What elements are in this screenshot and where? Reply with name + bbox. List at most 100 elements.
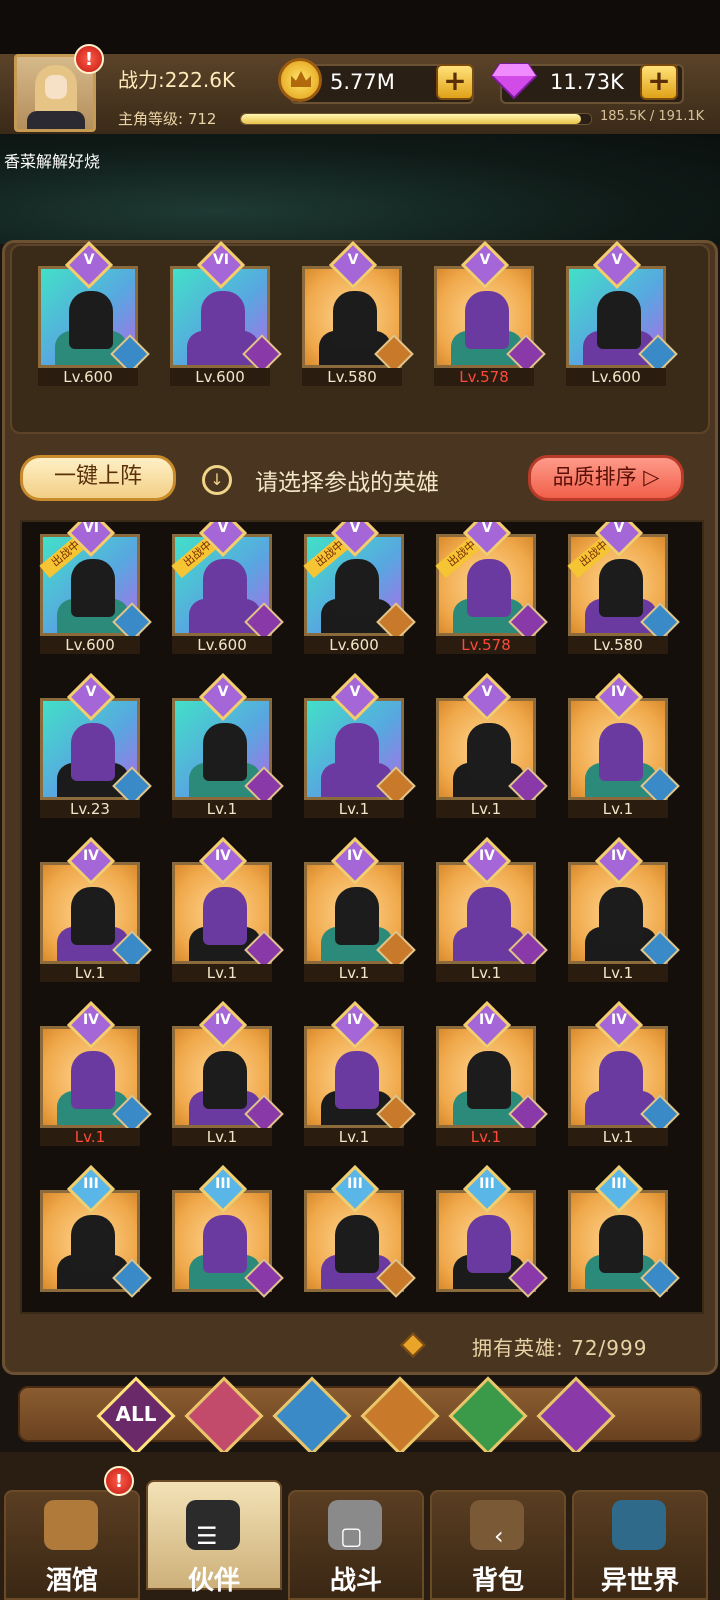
hero-level: Lv.1 xyxy=(568,800,668,818)
hero-card[interactable]: III xyxy=(170,1164,284,1306)
rank-label: IV xyxy=(82,1012,100,1028)
hero-figure xyxy=(71,887,115,945)
rank-label: IV xyxy=(610,848,628,864)
hero-level: Lv.600 xyxy=(304,636,404,654)
hero-card[interactable]: IV Lv.1 xyxy=(38,1000,152,1146)
lineup-hero-card[interactable]: VI Lv.600 xyxy=(168,240,282,386)
add-gold-button[interactable]: + xyxy=(436,64,474,100)
hero-level: Lv.1 xyxy=(436,1128,536,1146)
hero-level: Lv.23 xyxy=(40,800,140,818)
hero-figure xyxy=(467,723,511,781)
hero-figure xyxy=(467,559,511,617)
hero-card[interactable]: IV Lv.1 xyxy=(302,1000,416,1146)
hero-card[interactable]: 出战中 V Lv.578 xyxy=(434,522,548,654)
hero-figure xyxy=(203,1051,247,1109)
gold-amount: 5.77M xyxy=(330,70,395,94)
hero-level: Lv.600 xyxy=(38,368,138,386)
select-hero-hint: 请选择参战的英雄 xyxy=(255,470,439,496)
hero-level: Lv.1 xyxy=(172,964,272,982)
hero-card[interactable]: IV Lv.1 xyxy=(566,672,680,818)
nav-label: 战斗 xyxy=(329,1566,382,1596)
hero-figure xyxy=(599,887,643,945)
hero-card[interactable]: IV Lv.1 xyxy=(566,836,680,982)
rank-label: V xyxy=(347,252,359,268)
gem-amount: 11.73K xyxy=(550,70,624,94)
lineup-hero-card[interactable]: V Lv.578 xyxy=(432,240,546,386)
hero-figure xyxy=(599,559,643,617)
rank-label: V xyxy=(481,684,493,700)
hero-card[interactable]: IV Lv.1 xyxy=(170,1000,284,1146)
hero-level: Lv.1 xyxy=(304,964,404,982)
hero-level: Lv.600 xyxy=(566,368,666,386)
hero-level: Lv.1 xyxy=(304,1128,404,1146)
hero-card[interactable]: IV Lv.1 xyxy=(434,1000,548,1146)
hero-figure xyxy=(599,1215,643,1273)
hero-figure xyxy=(71,723,115,781)
hero-level: Lv.600 xyxy=(170,368,270,386)
exp-bar-fill xyxy=(241,114,581,124)
hero-card[interactable]: V Lv.23 xyxy=(38,672,152,818)
rank-label: IV xyxy=(478,1012,496,1028)
lineup-hero-card[interactable]: V Lv.600 xyxy=(564,240,678,386)
nav-label: 背包 xyxy=(471,1566,524,1596)
hero-card[interactable]: III xyxy=(302,1164,416,1306)
hero-card[interactable]: 出战中 VI Lv.600 xyxy=(38,522,152,654)
hero-card[interactable]: III xyxy=(38,1164,152,1306)
nav-label: 异世界 xyxy=(600,1566,679,1596)
hero-level: Lv.1 xyxy=(436,800,536,818)
rank-label: V xyxy=(349,520,361,536)
nav-label: 伙伴 xyxy=(187,1566,240,1596)
lineup-hero-card[interactable]: V Lv.600 xyxy=(36,240,150,386)
hero-level: Lv.580 xyxy=(568,636,668,654)
hero-card[interactable]: V Lv.1 xyxy=(434,672,548,818)
hero-figure xyxy=(599,1051,643,1109)
rank-label: III xyxy=(347,1176,363,1192)
nav-label: 酒馆 xyxy=(45,1566,98,1596)
hero-card[interactable]: III xyxy=(434,1164,548,1306)
hero-figure xyxy=(467,887,511,945)
system-back-button[interactable]: ‹ xyxy=(494,1522,504,1550)
status-bar-area xyxy=(0,0,720,56)
owned-heroes-count: 拥有英雄: 72/999 xyxy=(472,1336,648,1360)
hero-card[interactable]: V Lv.1 xyxy=(170,672,284,818)
hero-figure xyxy=(335,887,379,945)
hero-level: Lv.600 xyxy=(40,636,140,654)
hero-figure xyxy=(467,1051,511,1109)
hero-card[interactable]: IV Lv.1 xyxy=(38,836,152,982)
rank-label: IV xyxy=(214,848,232,864)
hero-card[interactable]: IV Lv.1 xyxy=(434,836,548,982)
hero-figure xyxy=(333,291,377,349)
hero-grid[interactable]: 出战中 VI Lv.600 出战中 V Lv.600 出战中 V Lv.600 出战中 V Lv.57… xyxy=(20,520,704,1314)
hero-card[interactable]: IV Lv.1 xyxy=(302,836,416,982)
hero-figure xyxy=(335,723,379,781)
hero-figure xyxy=(69,291,113,349)
auto-deploy-button[interactable]: 一键上阵 xyxy=(20,455,176,501)
hero-level: Lv.578 xyxy=(434,368,534,386)
rank-label: IV xyxy=(610,684,628,700)
hero-card[interactable]: 出战中 V Lv.600 xyxy=(302,520,416,654)
hero-figure xyxy=(71,559,115,617)
rank-label: V xyxy=(85,684,97,700)
hero-level: Lv.1 xyxy=(304,800,404,818)
rank-label: IV xyxy=(346,1012,364,1028)
system-menu-button[interactable]: ☰ xyxy=(196,1522,218,1550)
hero-card[interactable]: IV Lv.1 xyxy=(170,836,284,982)
hero-card[interactable]: 出战中 V Lv.600 xyxy=(170,520,284,654)
hero-figure xyxy=(71,1051,115,1109)
hero-figure xyxy=(201,291,245,349)
hero-level: Lv.1 xyxy=(172,800,272,818)
hero-card[interactable]: IV Lv.1 xyxy=(566,1000,680,1146)
hero-card[interactable]: III xyxy=(566,1164,680,1306)
quality-sort-button[interactable]: 品质排序 ▷ xyxy=(528,455,684,501)
add-gems-button[interactable]: + xyxy=(640,64,678,100)
hero-figure xyxy=(465,291,509,349)
system-home-button[interactable]: ▢ xyxy=(340,1522,363,1550)
rank-label: III xyxy=(215,1176,231,1192)
lineup-hero-card[interactable]: V Lv.580 xyxy=(300,240,414,386)
hero-figure xyxy=(335,1215,379,1273)
hero-level: Lv.1 xyxy=(568,1128,668,1146)
rank-label: V xyxy=(217,520,229,536)
hero-level: Lv.1 xyxy=(568,964,668,982)
hero-card[interactable]: 出战中 V Lv.580 xyxy=(566,522,680,654)
hero-card[interactable]: V Lv.1 xyxy=(302,672,416,818)
